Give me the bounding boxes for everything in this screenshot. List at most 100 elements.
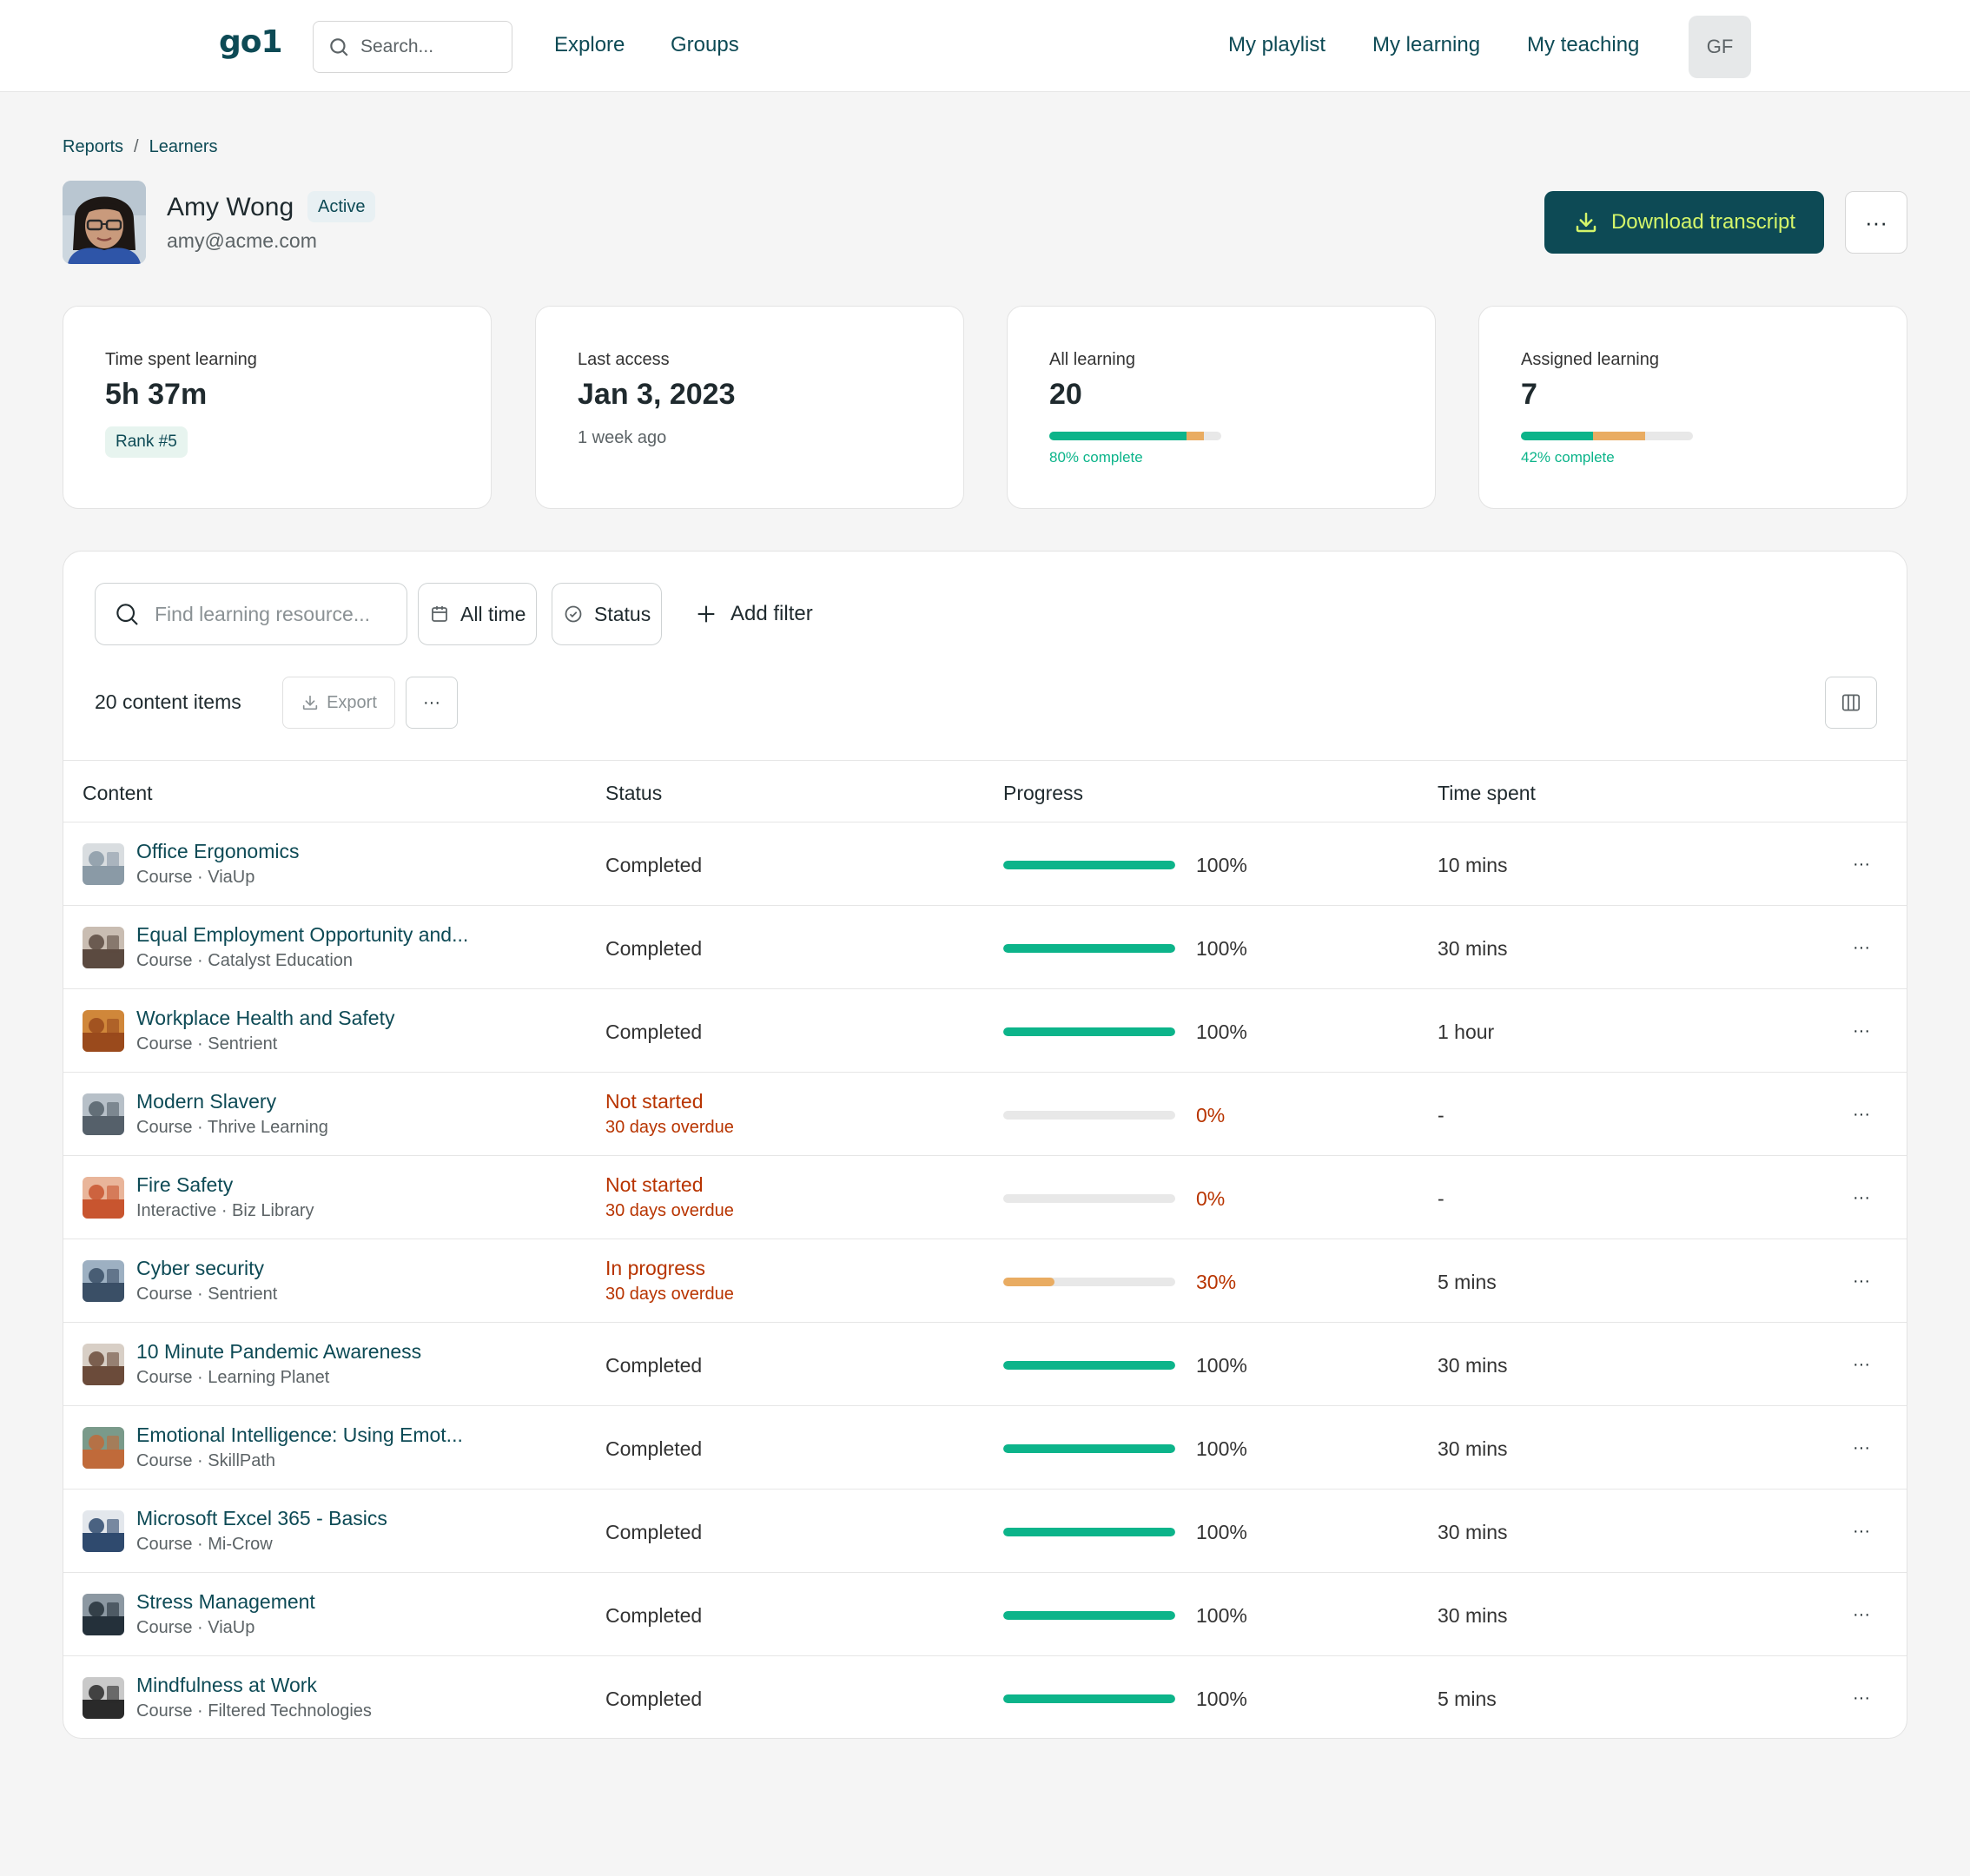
table-row[interactable]: Office Ergonomics Course · ViaUp Complet… xyxy=(63,822,1907,906)
content-thumbnail xyxy=(83,1677,124,1719)
progress-bar xyxy=(1003,1111,1175,1120)
table-row[interactable]: Workplace Health and Safety Course · Sen… xyxy=(63,989,1907,1073)
content-title-link[interactable]: Office Ergonomics xyxy=(136,840,299,863)
table-row[interactable]: Equal Employment Opportunity and... Cour… xyxy=(63,906,1907,989)
progress-bar-fill xyxy=(1003,1611,1175,1620)
content-meta: Course · SkillPath xyxy=(136,1451,276,1470)
table-row[interactable]: Mindfulness at Work Course · Filtered Te… xyxy=(63,1656,1907,1738)
find-learning-input[interactable] xyxy=(155,602,398,626)
content-thumbnail-image xyxy=(83,1510,124,1552)
status-text: In progress xyxy=(605,1257,706,1279)
nav-my-teaching-link[interactable]: My teaching xyxy=(1527,33,1639,57)
content-thumbnail xyxy=(83,1594,124,1635)
column-settings-button[interactable] xyxy=(1825,677,1877,729)
content-title-link[interactable]: 10 Minute Pandemic Awareness xyxy=(136,1340,421,1364)
toolbar-more-button[interactable]: ··· xyxy=(406,677,458,729)
nav-my-learning-link[interactable]: My learning xyxy=(1372,33,1480,57)
progress-bar xyxy=(1003,1361,1175,1370)
go1-logo[interactable]: go1 xyxy=(219,24,283,60)
content-title-link[interactable]: Microsoft Excel 365 - Basics xyxy=(136,1507,387,1530)
row-more-button[interactable]: ··· xyxy=(1844,849,1879,880)
table-row[interactable]: Fire Safety Interactive · Biz Library No… xyxy=(63,1156,1907,1239)
table-row[interactable]: Emotional Intelligence: Using Emot... Co… xyxy=(63,1406,1907,1490)
download-icon xyxy=(302,695,318,710)
row-more-button[interactable]: ··· xyxy=(1844,1682,1879,1714)
user-avatar-button[interactable]: GF xyxy=(1689,16,1751,78)
content-thumbnail xyxy=(83,927,124,968)
progress-percent: 100% xyxy=(1196,1354,1247,1377)
export-button[interactable]: Export xyxy=(282,677,395,729)
row-more-button[interactable]: ··· xyxy=(1844,1349,1879,1380)
global-search-box[interactable] xyxy=(313,21,512,73)
search-icon xyxy=(330,38,348,56)
content-title-link[interactable]: Cyber security xyxy=(136,1257,264,1280)
content-title-link[interactable]: Modern Slavery xyxy=(136,1090,276,1113)
column-header-time-spent[interactable]: Time spent xyxy=(1438,782,1536,805)
table-row[interactable]: Microsoft Excel 365 - Basics Course · Mi… xyxy=(63,1490,1907,1573)
content-title-link[interactable]: Fire Safety xyxy=(136,1173,233,1197)
table-row[interactable]: 10 Minute Pandemic Awareness Course · Le… xyxy=(63,1323,1907,1406)
breadcrumb-learners-link[interactable]: Learners xyxy=(149,137,218,157)
status-filter-button[interactable]: Status xyxy=(552,583,663,645)
progress-percent: 100% xyxy=(1196,1604,1247,1627)
time-spent-text: 30 mins xyxy=(1438,1437,1508,1460)
content-meta: Course · ViaUp xyxy=(136,868,255,887)
table-row[interactable]: Stress Management Course · ViaUp Complet… xyxy=(63,1573,1907,1656)
row-more-button[interactable]: ··· xyxy=(1844,1432,1879,1463)
content-items-count: 20 content items xyxy=(95,690,241,713)
ellipsis-icon: ··· xyxy=(1853,1354,1870,1374)
content-thumbnail xyxy=(83,1177,124,1219)
nav-my-playlist-link[interactable]: My playlist xyxy=(1228,33,1325,57)
all-time-filter-label: All time xyxy=(460,602,526,625)
progress-bar-fill xyxy=(1003,1694,1175,1703)
ellipsis-icon: ··· xyxy=(1865,208,1887,235)
all-time-filter-button[interactable]: All time xyxy=(418,583,538,645)
row-more-button[interactable]: ··· xyxy=(1844,1015,1879,1047)
content-title-link[interactable]: Equal Employment Opportunity and... xyxy=(136,923,468,947)
content-title-link[interactable]: Workplace Health and Safety xyxy=(136,1007,394,1030)
content-thumbnail-image xyxy=(83,843,124,885)
table-row[interactable]: Cyber security Course · Sentrient In pro… xyxy=(63,1239,1907,1323)
more-options-button[interactable]: ··· xyxy=(1845,191,1907,254)
content-title-link[interactable]: Mindfulness at Work xyxy=(136,1674,317,1697)
progress-bar xyxy=(1003,1528,1175,1536)
content-thumbnail-image xyxy=(83,1177,124,1219)
table-row[interactable]: Modern Slavery Course · Thrive Learning … xyxy=(63,1073,1907,1156)
content-thumbnail xyxy=(83,1260,124,1302)
ellipsis-icon: ··· xyxy=(1853,1104,1870,1124)
row-more-button[interactable]: ··· xyxy=(1844,1516,1879,1547)
learner-name: Amy Wong xyxy=(167,193,294,221)
download-transcript-button[interactable]: Download transcript xyxy=(1544,191,1824,254)
column-header-content[interactable]: Content xyxy=(83,782,153,805)
content-meta: Course · Sentrient xyxy=(136,1034,278,1054)
time-spent-label: Time spent learning xyxy=(105,350,257,369)
all-learning-label: All learning xyxy=(1049,350,1135,369)
calendar-icon xyxy=(432,606,447,622)
export-label: Export xyxy=(327,692,377,712)
status-text: Not started xyxy=(605,1173,704,1196)
learner-photo-image xyxy=(63,181,146,264)
column-header-progress[interactable]: Progress xyxy=(1003,782,1083,805)
status-text: Completed xyxy=(605,1688,703,1710)
row-more-button[interactable]: ··· xyxy=(1844,1182,1879,1213)
content-title-link[interactable]: Stress Management xyxy=(136,1590,315,1614)
breadcrumb-reports-link[interactable]: Reports xyxy=(63,137,123,157)
time-spent-value: 5h 37m xyxy=(105,378,208,411)
time-spent-text: 30 mins xyxy=(1438,1604,1508,1627)
ellipsis-icon: ··· xyxy=(1853,1604,1870,1624)
find-learning-search-box[interactable] xyxy=(95,583,407,645)
content-thumbnail-image xyxy=(83,1594,124,1635)
nav-groups-link[interactable]: Groups xyxy=(671,33,739,57)
add-filter-button[interactable]: Add filter xyxy=(694,583,813,645)
row-more-button[interactable]: ··· xyxy=(1844,1265,1879,1297)
column-header-status[interactable]: Status xyxy=(605,782,662,805)
time-spent-text: - xyxy=(1438,1104,1444,1126)
nav-explore-link[interactable]: Explore xyxy=(554,33,625,57)
last-access-card: Last access Jan 3, 2023 1 week ago xyxy=(535,306,964,509)
row-more-button[interactable]: ··· xyxy=(1844,932,1879,963)
global-search-input[interactable] xyxy=(360,36,491,57)
row-more-button[interactable]: ··· xyxy=(1844,1599,1879,1630)
content-title-link[interactable]: Emotional Intelligence: Using Emot... xyxy=(136,1424,463,1447)
content-meta: Interactive · Biz Library xyxy=(136,1201,314,1220)
row-more-button[interactable]: ··· xyxy=(1844,1099,1879,1130)
